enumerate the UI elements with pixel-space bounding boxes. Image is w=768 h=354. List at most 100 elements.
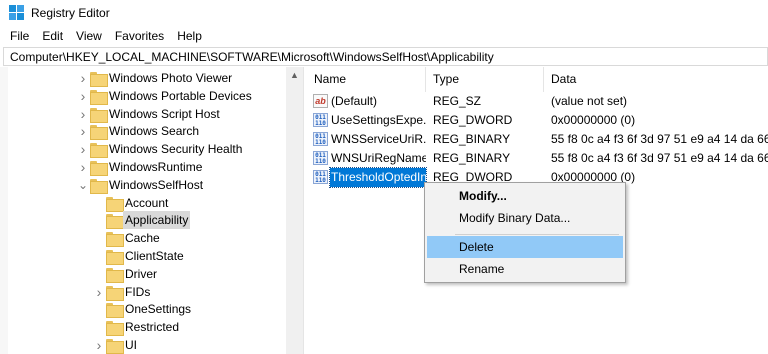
value-data: (value not set) [551, 94, 628, 108]
folder-icon [106, 213, 124, 230]
value-row[interactable]: 011 110 UseSettingsExpe... REG_DWORD 0x0000… [307, 111, 768, 130]
chevron-down-icon[interactable]: ⌄ [78, 176, 88, 194]
value-name: UseSettingsExpe... [331, 113, 426, 127]
tree-item-label: Windows Search [109, 124, 200, 139]
value-data: 0x00000000 (0) [551, 113, 636, 127]
tree-item-cache[interactable]: Cache [0, 229, 286, 248]
column-header-name[interactable]: Name [307, 67, 426, 92]
tree-item-label: WindowsRuntime [109, 160, 203, 174]
menu-help[interactable]: Help [171, 26, 209, 46]
context-menu: Modify... Modify Binary Data... Delete R… [424, 182, 626, 283]
tree-item-account[interactable]: Account [0, 194, 286, 212]
tree-item-restricted[interactable]: Restricted [0, 318, 286, 337]
tree-item-label: WindowsSelfHost [109, 177, 204, 192]
address-path: Computer\HKEY_LOCAL_MACHINE\SOFTWARE\Mic… [10, 50, 494, 64]
chevron-right-icon[interactable]: › [94, 283, 104, 301]
chevron-right-icon[interactable]: › [78, 140, 88, 158]
context-menu-delete[interactable]: Delete [427, 236, 623, 258]
registry-editor-icon [9, 5, 25, 21]
window-title: Registry Editor [31, 6, 110, 20]
tree-item-windows-portable-devices[interactable]: › Windows Portable Devices [0, 87, 286, 105]
folder-icon [106, 267, 124, 283]
tree-item-windows-script-host[interactable]: › Windows Script Host [0, 105, 286, 123]
tree-item-label: ClientState [125, 249, 184, 263]
context-menu-modify[interactable]: Modify... [427, 185, 623, 207]
folder-icon [106, 302, 124, 319]
value-row[interactable]: 011 110 WNSServiceUriR... REG_BINARY 55 f8 … [307, 130, 768, 149]
column-header-data[interactable]: Data [544, 67, 768, 92]
chevron-right-icon[interactable]: › [94, 336, 104, 354]
value-row[interactable]: 011 110 WNSUriRegName REG_BINARY 55 f8 0c a… [307, 149, 768, 168]
tree-scrollbar[interactable]: ▲ [286, 67, 303, 354]
tree-item-windowsruntime[interactable]: › WindowsRuntime [0, 158, 286, 176]
address-bar[interactable]: Computer\HKEY_LOCAL_MACHINE\SOFTWARE\Mic… [3, 47, 768, 66]
binary-value-icon: 011 110 [313, 151, 328, 165]
value-type: REG_SZ [433, 94, 482, 108]
string-value-icon: ab [313, 94, 328, 108]
key-tree-pane: › Windows Photo Viewer › Windows Portable D… [0, 67, 303, 354]
tree-item-ui[interactable]: › UI [0, 336, 286, 354]
tree-item-windowsselfhost[interactable]: ⌄ WindowsSelfHost [0, 176, 286, 194]
value-name: WNSServiceUriR... [331, 132, 426, 146]
chevron-right-icon[interactable]: › [78, 69, 88, 87]
binary-value-icon: 011 110 [313, 132, 328, 146]
tree-item-label: Account [125, 195, 169, 210]
chevron-right-icon[interactable]: › [78, 105, 88, 123]
tree-item-label: Driver [125, 266, 157, 281]
chevron-right-icon[interactable]: › [78, 122, 88, 140]
tree-item-windows-search[interactable]: › Windows Search [0, 122, 286, 141]
menu-file[interactable]: File [0, 26, 36, 46]
context-menu-separator [455, 234, 619, 235]
value-name: WNSUriRegName [331, 151, 426, 165]
binary-value-icon: 011 110 [313, 170, 328, 184]
tree-item-driver[interactable]: Driver [0, 265, 286, 283]
chevron-right-icon[interactable]: › [78, 87, 88, 105]
menu-view[interactable]: View [70, 26, 109, 46]
tree-item-windows-photo-viewer[interactable]: › Windows Photo Viewer [0, 69, 286, 87]
folder-icon [90, 107, 108, 123]
value-row[interactable]: ab (Default) REG_SZ (value not set) [307, 92, 768, 111]
column-header-type[interactable]: Type [426, 67, 544, 92]
tree-item-label: Windows Security Health [109, 142, 243, 157]
folder-icon [106, 249, 124, 265]
context-menu-rename[interactable]: Rename [427, 258, 623, 280]
context-menu-modify-binary-data[interactable]: Modify Binary Data... [427, 207, 623, 229]
tree-item-label: Applicability [123, 211, 191, 230]
value-type: REG_BINARY [433, 151, 511, 165]
value-data: 55 f8 0c a4 f3 6f 3d 97 51 e9 a4 14 da 6… [551, 132, 768, 146]
folder-icon [106, 320, 124, 337]
binary-value-icon: 011 110 [313, 113, 328, 127]
folder-icon [90, 124, 108, 141]
title-bar: Registry Editor [0, 0, 768, 26]
folder-icon [90, 160, 108, 176]
list-header: Name Type Data [307, 67, 768, 92]
folder-icon [90, 89, 108, 105]
value-type: REG_BINARY [433, 132, 511, 146]
tree-item-label: Windows Portable Devices [109, 88, 252, 103]
tree-item-label: UI [125, 338, 137, 352]
value-data: 55 f8 0c a4 f3 6f 3d 97 51 e9 a4 14 da 6… [551, 151, 768, 165]
tree-item-label: OneSettings [125, 302, 192, 317]
scroll-up-arrow-icon[interactable]: ▲ [286, 67, 303, 84]
menu-favorites[interactable]: Favorites [109, 26, 171, 46]
value-name: ThresholdOptedIn [329, 167, 427, 188]
folder-icon [90, 142, 108, 159]
menu-edit[interactable]: Edit [36, 26, 70, 46]
folder-icon [90, 178, 108, 194]
tree-item-clientstate[interactable]: ClientState [0, 247, 286, 265]
tree-item-applicability[interactable]: Applicability [0, 211, 286, 230]
folder-icon [106, 285, 124, 301]
folder-icon [106, 338, 124, 354]
folder-icon [106, 231, 124, 248]
tree-item-fids[interactable]: › FIDs [0, 283, 286, 301]
tree-item-label: FIDs [125, 284, 151, 299]
chevron-right-icon[interactable]: › [78, 158, 88, 176]
tree-item-windows-security-health[interactable]: › Windows Security Health [0, 140, 286, 159]
value-type: REG_DWORD [433, 113, 513, 127]
folder-icon [90, 71, 108, 87]
value-name: (Default) [331, 94, 378, 108]
menu-bar: File Edit View Favorites Help [0, 26, 768, 46]
tree-item-onesettings[interactable]: OneSettings [0, 300, 286, 319]
tree-item-label: Restricted [125, 320, 180, 335]
folder-icon [106, 196, 124, 212]
